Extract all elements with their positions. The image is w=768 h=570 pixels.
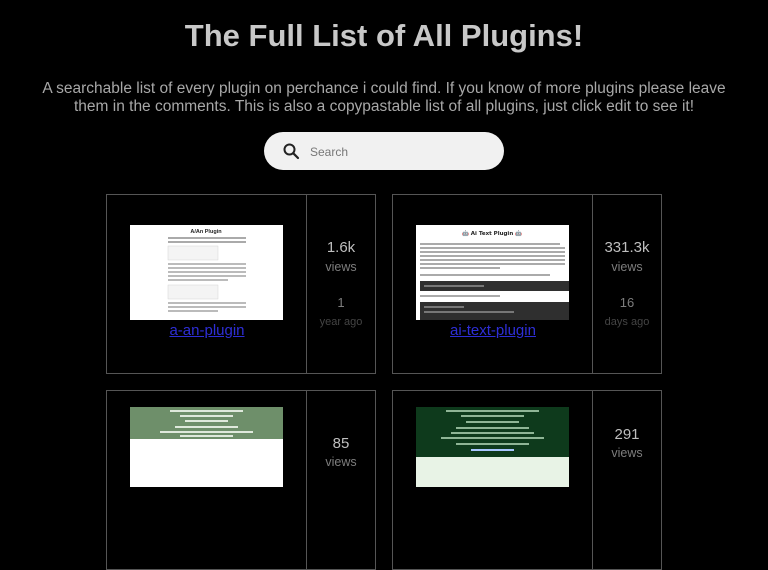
- svg-text:🤖 Ai Text Plugin 🤖: 🤖 Ai Text Plugin 🤖: [462, 230, 522, 237]
- search-input[interactable]: [308, 141, 492, 163]
- search-icon: [283, 143, 300, 160]
- age-label: year ago: [319, 316, 363, 328]
- plugin-card-main: [107, 391, 307, 569]
- plugin-link[interactable]: a-an-plugin: [107, 322, 307, 339]
- page-title: The Full List of All Plugins!: [184, 18, 584, 53]
- views-label: views: [325, 260, 357, 274]
- plugin-card: 🤖 Ai Text Plugin 🤖 ai-text-plugin 331.3k…: [392, 194, 662, 374]
- views-count: 291: [614, 426, 640, 443]
- plugin-card-main: [393, 391, 593, 569]
- plugin-stats: 1.6k views 1 year ago: [307, 195, 375, 373]
- views-label: views: [325, 455, 357, 469]
- plugin-thumbnail[interactable]: [130, 407, 283, 487]
- age-count: 1: [337, 295, 345, 310]
- plugin-thumbnail[interactable]: [416, 407, 569, 487]
- plugin-thumbnail[interactable]: A/An Plugin: [130, 225, 283, 320]
- views-count: 1.6k: [326, 239, 356, 256]
- plugin-card: A/An Plugin a-an-plugin 1.6k views 1 yea…: [106, 194, 376, 374]
- age-label: days ago: [604, 316, 650, 328]
- plugin-card: 85 views: [106, 390, 376, 570]
- plugin-stats: 85 views: [307, 391, 375, 569]
- page-description: A searchable list of every plugin on per…: [42, 80, 726, 115]
- views-label: views: [611, 446, 643, 460]
- search-bar[interactable]: [264, 132, 504, 170]
- age-count: 16: [619, 295, 635, 310]
- plugin-card: 291 views: [392, 390, 662, 570]
- plugin-link[interactable]: ai-text-plugin: [393, 322, 593, 339]
- views-count: 331.3k: [604, 239, 650, 256]
- views-count: 85: [332, 435, 350, 452]
- svg-text:A/An Plugin: A/An Plugin: [190, 229, 222, 235]
- plugin-stats: 331.3k views 16 days ago: [593, 195, 661, 373]
- plugin-stats: 291 views: [593, 391, 661, 569]
- views-label: views: [611, 260, 643, 274]
- plugin-thumbnail[interactable]: 🤖 Ai Text Plugin 🤖: [416, 225, 569, 320]
- plugin-card-main: 🤖 Ai Text Plugin 🤖 ai-text-plugin: [393, 195, 593, 373]
- plugin-card-main: A/An Plugin a-an-plugin: [107, 195, 307, 373]
